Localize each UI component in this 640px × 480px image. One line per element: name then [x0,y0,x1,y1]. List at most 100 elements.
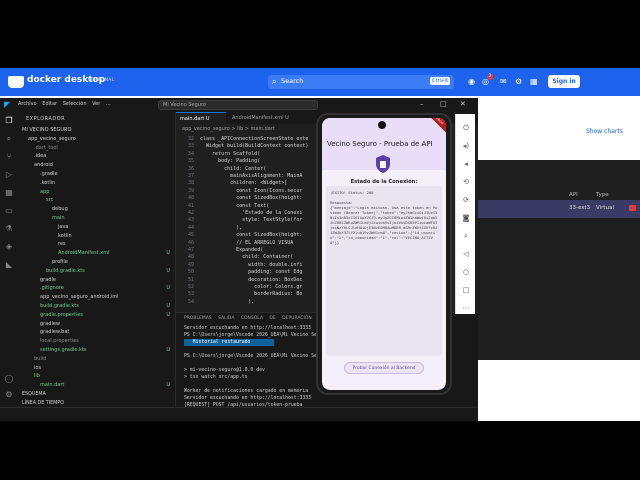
run-debug-icon[interactable]: ▷ [4,170,14,180]
outline-section[interactable]: ESQUEMA [22,392,46,397]
tree-item[interactable]: java [18,223,175,232]
rotate-right-icon[interactable]: ⟳ [459,194,473,206]
camera-icon[interactable]: ◙ [459,212,473,224]
maximize-icon[interactable]: □ [440,100,447,108]
tree-item[interactable]: debug [18,205,175,214]
line-number: 52 [187,284,194,290]
tree-item[interactable]: build.gradle.kts U [18,302,175,311]
flutter-icon[interactable]: ◣ [4,260,14,270]
rotate-icon[interactable]: ⟲ [459,176,473,188]
timeline-section[interactable]: LÍNEA DE TIEMPO [22,401,64,406]
search-icon[interactable]: ⌕ [4,134,14,144]
tree-item-label: debug [52,206,68,213]
zoom-icon[interactable]: ⌕ [459,230,473,242]
learn-icon[interactable]: ◉ [468,77,475,86]
tree-item[interactable]: app [18,188,175,197]
tree-item[interactable]: build.gradle.kts U [18,267,175,276]
grid-icon[interactable]: ▦ [530,77,538,86]
home-icon[interactable]: ○ [459,266,473,278]
signin-button[interactable]: Sign in [548,75,580,88]
code-text: const Icon(Icons.secur [200,187,303,194]
tree-item[interactable]: MI VECINO SEGURO [18,126,175,135]
explorer-icon[interactable]: ❐ [4,116,14,126]
tree-item[interactable]: app_vecino_seguro_android.iml [18,293,175,302]
tree-item[interactable]: settings.gradle.kts U [18,346,175,355]
tree-item-label: app_vecino_seguro_android.iml [40,294,119,301]
testing-icon[interactable]: ⚗ [4,224,14,234]
tree-item[interactable]: gradlew [18,320,175,329]
tree-item-label: ios [34,364,42,371]
docker-search-placeholder: Search [281,77,304,85]
menu-ver[interactable]: Ver [92,101,100,107]
code-text: ), [200,298,255,305]
power-icon[interactable]: ⏻ [459,122,473,134]
tree-item[interactable]: profile [18,258,175,267]
tree-item[interactable]: ios [18,364,175,373]
volume-down-icon[interactable]: ◂ [459,158,473,170]
tab-problemas[interactable]: PROBLEMAS [184,316,212,321]
test-connection-button[interactable]: Probar Conexión al Backend [344,362,424,374]
tree-item[interactable]: lib [18,372,175,381]
tree-item[interactable]: kotlin [18,232,175,241]
tree-item-label: local.properties [40,338,79,345]
tree-item[interactable]: gradlew.bat [18,328,175,337]
tree-item-label: kotlin [58,232,72,239]
git-status-badge: U [166,303,170,309]
remote-icon[interactable]: ▭ [4,206,14,216]
camera-cutout [378,121,386,129]
device-row[interactable]: 33-ext3 Virtual [477,200,640,218]
docker-icon[interactable]: ◈ [4,242,14,252]
back-icon[interactable]: ◁ [459,248,473,260]
tree-item[interactable]: .kotlin [18,179,175,188]
manage-gear-icon[interactable]: ⚙ [4,390,14,400]
close-icon[interactable]: ✕ [460,100,466,108]
breadcrumb[interactable]: app_vecino_seguro > lib > main.dart [182,126,275,132]
device-stop-icon[interactable] [629,205,636,211]
tree-item[interactable]: app_vecino_seguro [18,135,175,144]
source-control-icon[interactable]: ⑂ [4,152,14,162]
tree-item[interactable]: gradle [18,276,175,285]
overview-icon[interactable]: □ [459,284,473,296]
tree-item[interactable]: src [18,196,175,205]
tree-item[interactable]: main.dart U [18,381,175,390]
tree-item[interactable]: main [18,214,175,223]
tree-item[interactable]: .idea [18,152,175,161]
response-body: {"mensaje":"Login exitoso. Usa este toke… [330,205,438,245]
tree-item[interactable]: gradle.properties U [18,311,175,320]
app-title: Vecino Seguro - Prueba de API [327,140,433,148]
tree-item[interactable]: local.properties [18,337,175,346]
tab-main-dart[interactable]: main.dart U [176,112,226,124]
vscode-menu[interactable]: Archivo Editar Selección Ver ... [18,101,111,107]
top-dark-area [0,0,640,68]
line-number: 41 [187,202,194,209]
command-center-search[interactable]: Mi Vecino Seguro [158,100,318,110]
account-icon[interactable]: ◯ [4,374,14,384]
volume-up-icon[interactable]: ◂) [459,140,473,152]
settings-icon[interactable]: ⚙ [515,77,522,86]
show-charts-link[interactable]: Show charts [586,128,623,135]
code-text: const SizedBox(height: [200,232,303,239]
minimize-icon[interactable]: – [420,100,424,108]
extensions-icon[interactable]: ✉ [500,77,507,86]
tab-android-manifest[interactable]: AndroidManifest.xml U [228,112,308,124]
more-icon[interactable]: ⋯ [459,302,473,314]
emulator-toolbar: ⏻ ◂) ◂ ⟲ ⟳ ◙ ⌕ ◁ ○ □ ⋯ [455,114,475,314]
docker-logo-icon [8,76,24,88]
code-text: body: Padding( [200,158,261,165]
menu-seleccion[interactable]: Selección [63,101,87,107]
git-status-badge: U [166,347,170,353]
tree-item[interactable]: build [18,355,175,364]
git-status-badge: U [166,250,170,257]
tree-item[interactable]: android [18,161,175,170]
tree-item[interactable]: .dart_tool [18,144,175,153]
menu-more[interactable]: ... [106,101,111,107]
tab-consola[interactable]: CONSOLA DE DEPURACIÓN [241,316,312,321]
tree-item[interactable]: res [18,240,175,249]
extensions-icon[interactable]: ▦ [4,188,14,198]
tree-item[interactable]: AndroidManifest.xml U [18,249,175,258]
tree-item[interactable]: .gradle [18,170,175,179]
menu-editar[interactable]: Editar [42,101,57,107]
tree-item[interactable]: .gitignore U [18,284,175,293]
menu-archivo[interactable]: Archivo [18,101,37,107]
tab-salida[interactable]: SALIDA [218,316,234,321]
